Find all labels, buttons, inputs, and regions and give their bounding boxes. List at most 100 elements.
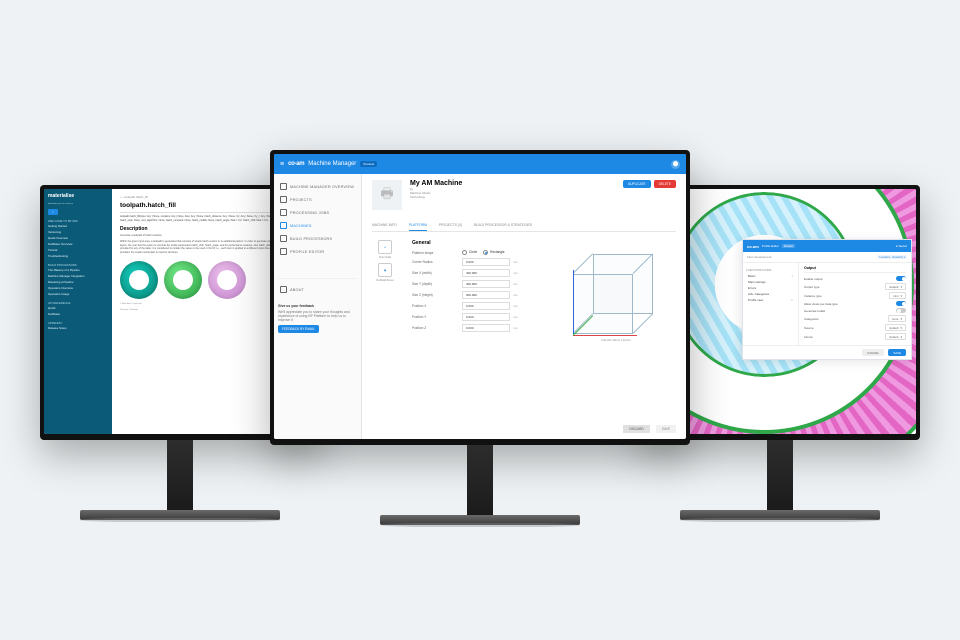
editor-body: 3 sections found Basic1Main settingsErro… — [743, 263, 911, 345]
machine-thumbnail: 🖶 — [372, 180, 402, 210]
cancel-button[interactable]: CANCEL — [862, 349, 884, 356]
sidebar-item[interactable]: PROJECTS — [278, 193, 357, 206]
brand-logo: materialise — [48, 193, 108, 199]
bezel: ≡ co-am Machine Manager Preview ⬤ MACHIN… — [270, 150, 690, 445]
number-input[interactable]: 0.000 — [462, 324, 510, 332]
search-button[interactable]: ⌕ — [48, 209, 58, 215]
nav-icon — [280, 235, 287, 242]
save-button[interactable]: SAVE — [888, 349, 906, 356]
profile-editor-panel: co-am Profile Editor Preview ● Saved Flo… — [742, 239, 912, 360]
chevron-down-icon: ▾ — [900, 335, 902, 339]
torus-illustration-teal — [120, 261, 158, 299]
unit-label: mm — [513, 304, 518, 308]
sidebar-item[interactable]: PROCESSING JOBS — [278, 206, 357, 219]
sidebar-item[interactable]: MACHINE MANAGER OVERVIEW — [278, 180, 357, 193]
save-button[interactable]: SAVE — [656, 425, 676, 433]
nav-item[interactable]: Release Notes — [48, 325, 108, 331]
nav-icon — [280, 183, 287, 190]
feedback-title: Give us your feedback — [278, 304, 357, 308]
menu-icon[interactable]: ≡ — [280, 161, 284, 168]
chevron-down-icon: ▾ — [900, 285, 902, 289]
tab[interactable]: BUILD PROCESSOR & STRATEGIES — [474, 220, 532, 231]
form-footer: DISCARD SAVE — [623, 425, 676, 433]
nav-item[interactable]: Troubleshooting — [48, 253, 108, 259]
editor-crumb: Flow development 3 sections · Readonly ▾ — [743, 252, 911, 263]
toggle[interactable] — [896, 308, 906, 313]
number-input[interactable]: 0.000 — [462, 302, 510, 310]
number-input[interactable]: 0.000 — [462, 258, 510, 266]
chevron-down-icon: ▾ — [900, 294, 902, 298]
form-row: Size X (width)400.000mm — [412, 269, 542, 277]
machine-title: My AM Machine — [410, 180, 462, 187]
row-label: Allow views per data type — [804, 302, 838, 306]
select[interactable]: default ▾ — [885, 283, 906, 290]
toggle[interactable] — [896, 276, 906, 281]
editor-row: formatdefault ▾ — [804, 333, 906, 340]
avatar-icon[interactable]: ⬤ — [671, 160, 680, 169]
field-label: Position Y — [412, 315, 456, 319]
sidebar-item-about[interactable]: ABOUT — [278, 283, 357, 296]
tab[interactable]: PLATFORM — [409, 220, 427, 231]
machine-hero: 🖶 My AM Machine by Machine Model Technol… — [372, 180, 676, 210]
sidebar-item[interactable]: MACHINES — [278, 219, 357, 232]
torus-illustration-green — [164, 261, 202, 299]
editor-side-item[interactable]: Profile view▸ — [746, 297, 795, 303]
crumb-right[interactable]: 3 sections · Readonly ▾ — [877, 255, 907, 259]
nav-icon — [280, 196, 287, 203]
duplicate-button[interactable]: DUPLICATE — [623, 180, 651, 188]
monitor-stand-neck — [167, 440, 193, 510]
torus-illustration-pink — [208, 261, 246, 299]
form-tab-icon[interactable]: ▣ — [378, 263, 392, 277]
mm-tabs: MACHINE INFO PLATFORM PROJECTS (0) BUILD PR… — [372, 220, 676, 232]
sidebar-item[interactable]: PROFILE EDITOR — [278, 245, 357, 258]
toggle[interactable] — [896, 301, 906, 306]
mm-sidebar: MACHINE MANAGER OVERVIEWPROJECTSPROCESSI… — [274, 174, 362, 439]
feedback-body: We'll appreciate you to share your thoug… — [278, 310, 357, 322]
monitor-stand-shadow — [680, 518, 880, 522]
editor-row: Categoriesnone ▾ — [804, 315, 906, 322]
number-input[interactable]: 400.000 — [462, 280, 510, 288]
form-tab-icon[interactable]: ▭ — [378, 240, 392, 254]
monitor-stand-neck — [467, 445, 493, 515]
row-label: Enable output — [804, 277, 823, 281]
form-section-heading: General — [412, 240, 542, 246]
machine-sub: Technology — [410, 195, 462, 199]
mm-main: 🖶 My AM Machine by Machine Model Technol… — [362, 174, 686, 439]
form-row: Position Y0.000mm — [412, 313, 542, 321]
monitor-stand-neck — [767, 440, 793, 510]
select[interactable]: none ▾ — [888, 315, 906, 322]
chevron-down-icon: ▾ — [900, 317, 902, 321]
radio-icon[interactable] — [483, 250, 488, 255]
crumb-left[interactable]: Flow development — [747, 255, 771, 259]
doc-nav: WELCOME TO BP SDKGetting StartedVersioni… — [48, 219, 108, 331]
monitor-center: ≡ co-am Machine Manager Preview ⬤ MACHIN… — [270, 150, 690, 527]
tab[interactable]: PROJECTS (0) — [439, 220, 462, 231]
unit-label: mm — [513, 260, 518, 264]
radio-icon[interactable] — [462, 250, 467, 255]
field-label: Position Z — [412, 326, 456, 330]
cube-caption: Full size 10mm x 10mm — [601, 338, 631, 342]
number-input[interactable]: 400.000 — [462, 269, 510, 277]
select[interactable]: default ▾ — [885, 324, 906, 331]
number-input[interactable]: 0.000 — [462, 313, 510, 321]
editor-main: Output Enable outputOutput typedefault ▾… — [799, 263, 911, 345]
tab[interactable]: MACHINE INFO — [372, 220, 397, 231]
select[interactable]: default ▾ — [885, 333, 906, 340]
sidebar-group-label: 3 sections found — [746, 269, 795, 272]
discard-button[interactable]: DISCARD — [623, 425, 649, 433]
nav-item[interactable]: buildbase — [48, 311, 108, 317]
sidebar-item[interactable]: BUILD PROCESSORS — [278, 232, 357, 245]
row-label: Source — [804, 326, 814, 330]
delete-button[interactable]: DELETE — [654, 180, 676, 188]
editor-row: Generate toolkit — [804, 308, 906, 313]
editor-row: Allow views per data type — [804, 301, 906, 306]
select[interactable]: mini ▾ — [889, 292, 906, 299]
feedback-button[interactable]: FEEDBACK BY EMAIL — [278, 325, 319, 333]
nav-item[interactable]: Operators Usage — [48, 291, 108, 297]
header-brand: co-am — [288, 161, 304, 167]
field-label: Size X (width) — [412, 271, 456, 275]
editor-row: Source default ▾ — [804, 324, 906, 331]
number-input[interactable]: 300.000 — [462, 291, 510, 299]
form-row: Position X0.000mm — [412, 302, 542, 310]
row-label: Generate toolkit — [804, 309, 825, 313]
